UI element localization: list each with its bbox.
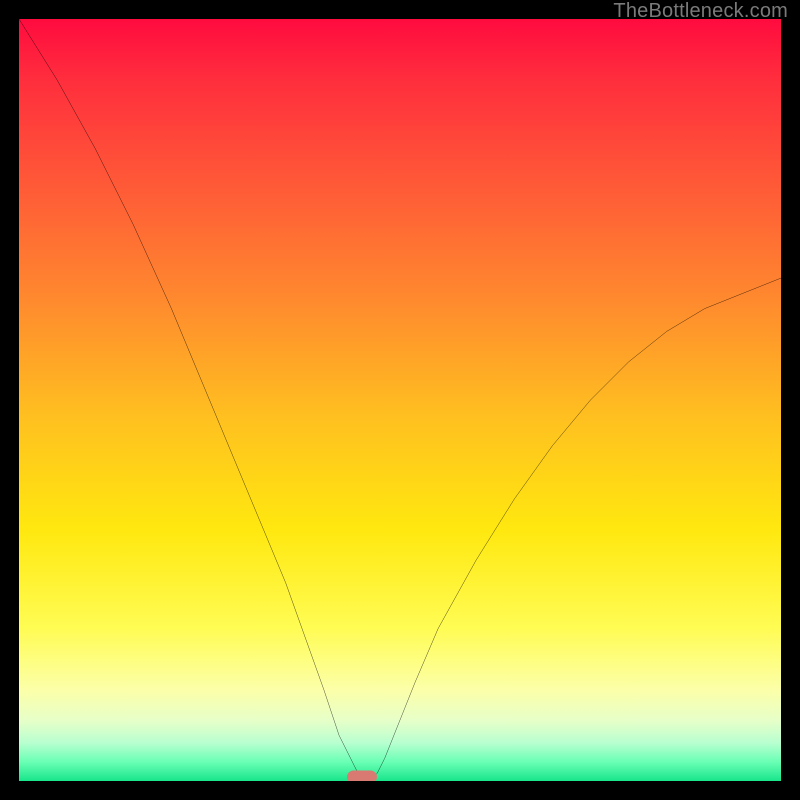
plot-area	[19, 19, 781, 781]
optimum-marker	[347, 771, 377, 782]
chart-container: TheBottleneck.com	[0, 0, 800, 800]
bottleneck-curve	[19, 19, 781, 781]
curve-path	[19, 19, 781, 781]
watermark-text: TheBottleneck.com	[613, 0, 788, 23]
